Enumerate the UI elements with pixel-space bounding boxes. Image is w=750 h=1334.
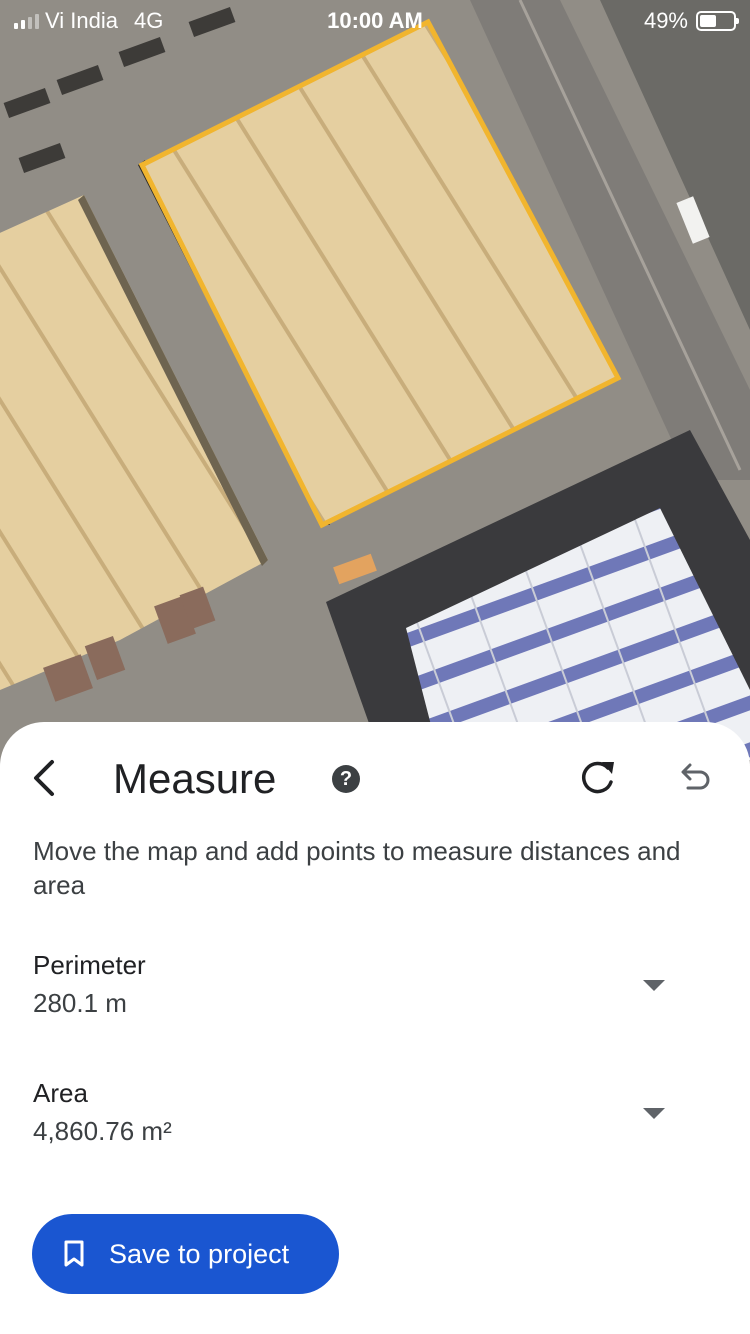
battery-icon (696, 11, 739, 31)
save-button-label: Save to project (109, 1239, 290, 1269)
area-unit-dropdown-icon[interactable] (643, 1108, 665, 1119)
area-label: Area (33, 1078, 88, 1108)
save-to-project-button[interactable]: Save to project (32, 1214, 339, 1294)
help-icon[interactable]: ? (332, 765, 360, 793)
satellite-imagery (0, 0, 750, 760)
perimeter-row[interactable]: Perimeter 280.1 m (0, 948, 750, 1038)
perimeter-label: Perimeter (33, 950, 146, 980)
battery-percent: 49% (643, 8, 688, 33)
perimeter-unit-dropdown-icon[interactable] (643, 980, 665, 991)
undo-icon[interactable] (674, 758, 714, 798)
area-value: 4,860.76 m² (33, 1116, 172, 1146)
redo-icon[interactable] (578, 758, 618, 798)
status-time: 10:00 AM (327, 8, 423, 33)
perimeter-value: 280.1 m (33, 988, 127, 1018)
status-bar: Vi India 4G 10:00 AM 49% (0, 0, 750, 42)
area-row[interactable]: Area 4,860.76 m² (0, 1076, 750, 1166)
back-arrow-icon[interactable] (28, 756, 68, 800)
sheet-title: Measure (113, 755, 277, 802)
battery-fill (700, 15, 716, 27)
status-right: 49% (643, 8, 739, 34)
satellite-map[interactable] (0, 0, 750, 760)
bookmark-icon (64, 1240, 84, 1267)
measure-description: Move the map and add points to measure d… (33, 836, 681, 900)
measure-sheet: Measure ? Move the map and add points to… (0, 722, 750, 1334)
